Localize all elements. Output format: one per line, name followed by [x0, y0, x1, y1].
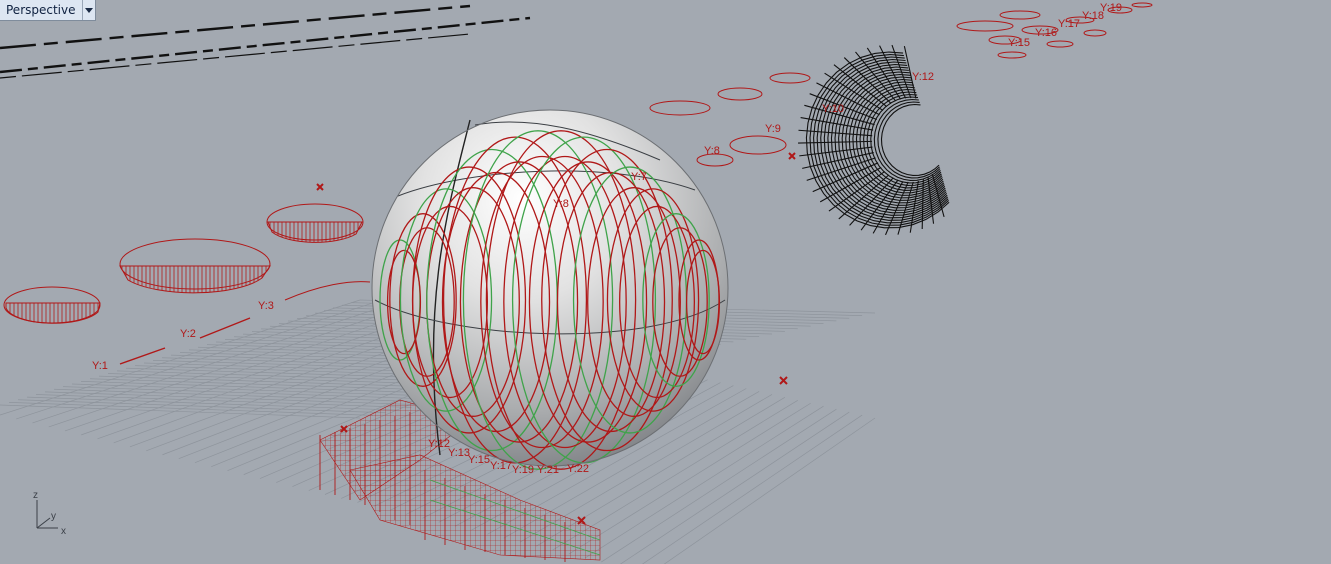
slice-label: Y:7 — [631, 171, 647, 183]
rhino-viewport[interactable]: Perspective Y:1 Y:2 Y:3 Y:7 Y:8 Y:8 Y:9 … — [0, 0, 1331, 564]
slice-label: Y:21 — [537, 464, 559, 476]
slice-label: Y:10 — [822, 103, 844, 115]
slice-label: Y:12 — [912, 71, 934, 83]
slice-label: Y:19 — [1100, 2, 1122, 14]
slice-label: Y:3 — [258, 300, 274, 312]
slice-label: Y:15 — [1008, 37, 1030, 49]
3d-scene[interactable]: Y:1 Y:2 Y:3 Y:7 Y:8 Y:8 Y:9 Y:10 Y:12 Y:… — [0, 0, 1331, 564]
slice-label: Y:2 — [180, 328, 196, 340]
slice-label: Y:8 — [553, 198, 569, 210]
slice-label: Y:22 — [567, 463, 589, 475]
slice-label: Y:17 — [490, 460, 512, 472]
slice-label: Y:15 — [468, 454, 490, 466]
slice-label: Y:8 — [704, 145, 720, 157]
axis-z-label: z — [33, 490, 38, 501]
slice-label: Y:17 — [1058, 18, 1080, 30]
viewport-title-tab[interactable]: Perspective — [0, 0, 96, 21]
slice-label: Y:1 — [92, 360, 108, 372]
axis-x-label: x — [61, 526, 66, 537]
slice-label: Y:19 — [512, 464, 534, 476]
viewport-name[interactable]: Perspective — [0, 0, 82, 20]
viewport-menu-arrow-icon[interactable] — [81, 0, 95, 20]
slice-label: Y:13 — [448, 447, 470, 459]
axis-triad-icon: z y x — [33, 490, 66, 537]
slice-label: Y:16 — [1035, 27, 1057, 39]
sliced-sphere[interactable] — [371, 109, 729, 470]
slice-label: Y:12 — [428, 438, 450, 450]
axis-y-label: y — [51, 511, 56, 522]
slice-label: Y:9 — [765, 123, 781, 135]
